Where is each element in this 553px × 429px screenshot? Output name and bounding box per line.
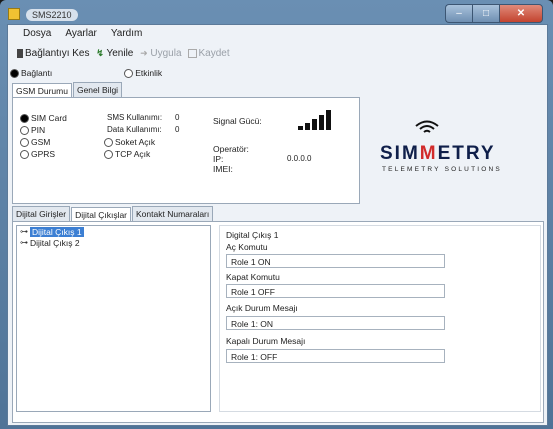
logo-subtitle: TELEMETRY SOLUTIONS [382, 166, 502, 173]
tree-item-label: Dijital Çıkış 2 [30, 237, 80, 248]
indicator-off-icon [104, 137, 113, 147]
menu-ayarlar[interactable]: Ayarlar [65, 27, 97, 41]
signal-label: Signal Gücü: [213, 116, 262, 126]
detail-title: Digital Çıkış 1 [226, 230, 279, 240]
app-icon [8, 8, 20, 20]
signal-strength-icon [298, 110, 338, 130]
tab-contact-numbers[interactable]: Kontakt Numaraları [132, 206, 214, 222]
output-tree: ⊶ Dijital Çıkış 1 ⊶ Dijital Çıkış 2 [16, 225, 211, 412]
output-detail-form: Digital Çıkış 1 Aç Komutu Role 1 ON Kapa… [219, 225, 541, 412]
ip-label: IP: [213, 154, 224, 164]
sim-card-label: SIM Card [31, 113, 67, 123]
data-usage-row: Data Kullanımı: 0 [107, 124, 179, 136]
indicator-off-icon [20, 137, 29, 147]
sim-card-indicator: SIM Card [20, 112, 67, 124]
close-icon: ✕ [516, 8, 526, 19]
mode-activity-label: Etkinlik [135, 68, 163, 78]
data-usage-value: 0 [175, 125, 180, 134]
on-message-field[interactable]: Role 1: ON [226, 316, 445, 330]
radio-selected-icon [10, 68, 19, 78]
menu-yardim[interactable]: Yardım [111, 27, 143, 41]
gsm-indicator: GSM [20, 136, 67, 148]
on-command-label: Aç Komutu [226, 242, 268, 252]
menu-dosya[interactable]: Dosya [23, 27, 51, 41]
signal-bar [319, 115, 324, 130]
operator-label: Operatör: [213, 144, 249, 154]
tree-item-output-2[interactable]: ⊶ Dijital Çıkış 2 [17, 237, 210, 248]
signal-bar [312, 119, 317, 130]
io-tabs: Dijital Girişler Dijital Çıkışlar Kontak… [12, 206, 214, 223]
disconnect-button[interactable]: Bağlantıyı Kes [17, 48, 89, 59]
refresh-button[interactable]: ↯ Yenile [95, 48, 133, 59]
indicator-off-icon [104, 149, 113, 159]
tab-general-info[interactable]: Genel Bilgi [72, 82, 123, 98]
mode-connection-radio[interactable]: Bağlantı [10, 68, 52, 78]
mode-selector: Bağlantı Etkinlik [10, 68, 234, 78]
signal-bar [298, 126, 303, 130]
tcp-open-label: TCP Açık [115, 149, 151, 159]
indicator-on-icon [20, 113, 29, 123]
tree-item-output-1[interactable]: ⊶ Dijital Çıkış 1 [17, 226, 210, 237]
refresh-label: Yenile [106, 47, 134, 59]
apply-button[interactable]: ➜ Uygula [139, 48, 181, 59]
apply-icon: ➜ [140, 48, 148, 58]
pin-indicator: PIN [20, 124, 67, 136]
minimize-button[interactable]: – [445, 4, 472, 23]
gprs-indicator: GPRS [20, 148, 67, 160]
status-tabs: GSM Durumu Genel Bilgi [12, 82, 123, 99]
output-node-icon: ⊶ [20, 238, 28, 247]
simetry-logo: SIMMETRY TELEMETRY SOLUTIONS [380, 119, 530, 179]
tree-item-label: Dijital Çıkış 1 [30, 226, 84, 237]
signal-bar [305, 123, 310, 130]
plug-icon [17, 48, 23, 58]
save-icon [187, 48, 197, 58]
maximize-button[interactable]: □ [472, 4, 499, 23]
title-bar[interactable]: SMS2210 – □ ✕ [0, 0, 553, 24]
on-message-label: Açık Durum Mesajı [226, 303, 298, 313]
close-button[interactable]: ✕ [499, 4, 543, 23]
digital-outputs-panel: ⊶ Dijital Çıkış 1 ⊶ Dijital Çıkış 2 Digi… [12, 221, 544, 423]
apply-label: Uygula [150, 47, 182, 59]
sms-usage-value: 0 [175, 113, 180, 122]
client-area: Dosya Ayarlar Yardım Bağlantıyı Kes ↯ Ye… [7, 24, 548, 426]
maximize-icon: □ [482, 8, 490, 19]
menu-bar: Dosya Ayarlar Yardım [8, 27, 142, 41]
indicator-off-icon [20, 125, 29, 135]
socket-open-label: Soket Açık [115, 137, 156, 147]
save-label: Kaydet [198, 47, 230, 59]
socket-open-indicator: Soket Açık [104, 136, 155, 148]
network-info: Operatör: IP: IMEI: [213, 144, 249, 174]
app-window: SMS2210 – □ ✕ Dosya Ayarlar Yardım Bağla… [0, 0, 553, 429]
data-usage-label: Data Kullanımı: [107, 125, 162, 134]
on-command-field[interactable]: Role 1 ON [226, 254, 445, 268]
gsm-status-panel: SIM Card PIN GSM GPRS SMS Kullanımı: 0 D… [12, 97, 360, 204]
mode-connection-label: Bağlantı [21, 68, 53, 78]
mode-activity-radio[interactable]: Etkinlik [124, 68, 162, 78]
pin-label: PIN [31, 125, 46, 135]
off-message-field[interactable]: Role 1: OFF [226, 349, 445, 363]
gsm-label: GSM [31, 137, 51, 147]
disconnect-label: Bağlantıyı Kes [25, 47, 90, 59]
off-message-label: Kapalı Durum Mesajı [226, 336, 306, 346]
tab-digital-inputs[interactable]: Dijital Girişler [12, 206, 71, 222]
indicator-off-icon [20, 149, 29, 159]
off-command-field[interactable]: Role 1 OFF [226, 284, 445, 298]
signal-bar [326, 110, 331, 130]
minimize-icon: – [456, 8, 462, 19]
toolbar: Bağlantıyı Kes ↯ Yenile ➜ Uygula Kaydet [8, 44, 230, 62]
gprs-label: GPRS [31, 149, 56, 159]
off-command-label: Kapat Komutu [226, 272, 280, 282]
imei-label: IMEI: [213, 164, 233, 174]
tcp-open-indicator: TCP Açık [104, 148, 155, 160]
ip-value: 0.0.0.0 [287, 154, 312, 163]
output-node-icon: ⊶ [20, 227, 28, 236]
radio-icon [124, 68, 134, 78]
save-button[interactable]: Kaydet [187, 47, 230, 59]
wifi-icon [415, 120, 439, 133]
sms-usage-row: SMS Kullanımı: 0 [107, 112, 179, 124]
window-title: SMS2210 [26, 9, 78, 21]
logo-wordmark: SIMMETRY [380, 143, 496, 164]
sms-usage-label: SMS Kullanımı: [107, 113, 163, 122]
refresh-icon: ↯ [96, 48, 104, 58]
